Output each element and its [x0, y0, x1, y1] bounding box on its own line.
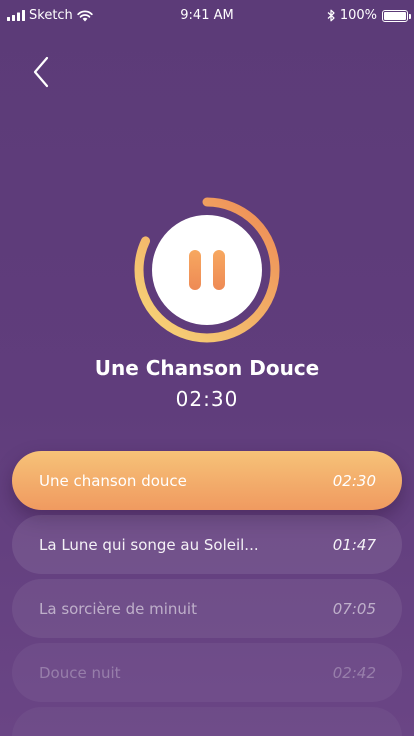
bluetooth-icon — [327, 9, 335, 22]
playlist-item[interactable]: La sorcière de minuit 07:05 — [12, 579, 402, 638]
wifi-icon — [77, 9, 93, 21]
status-bar: Sketch 9:41 AM 100% — [0, 0, 414, 30]
pause-icon-bar — [213, 250, 225, 290]
track-duration: 02:42 — [332, 663, 376, 682]
track-title: La Lune qui songe au Soleil... — [39, 535, 259, 554]
signal-icon — [7, 10, 25, 21]
pause-icon — [189, 250, 201, 290]
player-control — [133, 196, 281, 344]
track-title: La sorcière de minuit — [39, 599, 197, 618]
playlist-item[interactable]: Une chanson douce 02:30 — [12, 451, 402, 510]
now-playing-title: Une Chanson Douce — [94, 356, 320, 380]
track-title: Une chanson douce — [39, 471, 187, 490]
status-right: 100% — [327, 8, 411, 23]
playlist-item[interactable] — [12, 707, 402, 736]
track-duration: 02:30 — [332, 471, 376, 490]
back-button[interactable] — [26, 54, 56, 90]
playlist-item[interactable]: La Lune qui songe au Soleil... 01:47 — [12, 515, 402, 574]
status-left: Sketch — [7, 8, 93, 23]
battery-percent: 100% — [339, 8, 377, 23]
carrier-name: Sketch — [29, 8, 73, 23]
track-title: Douce nuit — [39, 663, 121, 682]
chevron-left-icon — [33, 56, 49, 88]
playlist-item[interactable]: Douce nuit 02:42 — [12, 643, 402, 702]
now-playing-time: 02:30 — [175, 387, 239, 411]
track-duration: 07:05 — [332, 599, 376, 618]
playlist: Une chanson douce 02:30 La Lune qui song… — [12, 451, 402, 736]
track-duration: 01:47 — [332, 535, 376, 554]
pause-button[interactable] — [152, 215, 262, 325]
battery-icon — [382, 9, 411, 22]
